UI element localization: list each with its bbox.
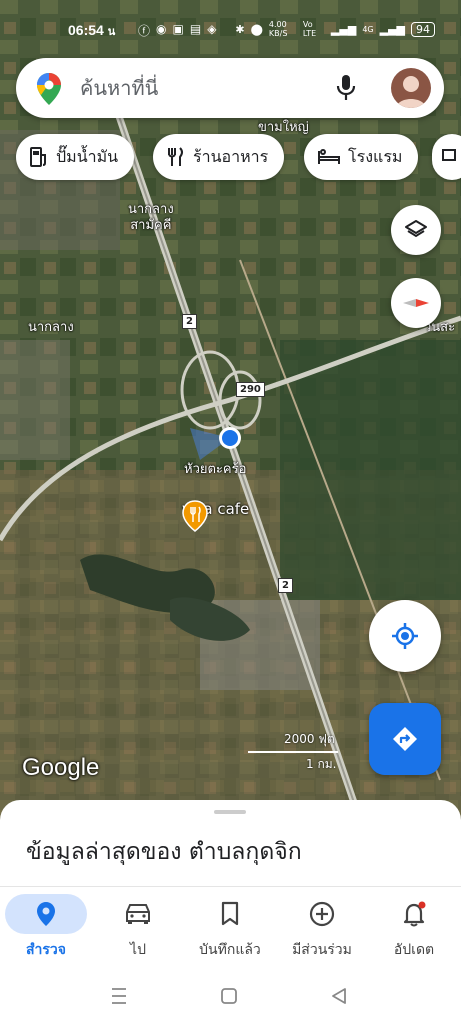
gas-station-icon bbox=[30, 147, 46, 167]
add-circle-icon bbox=[309, 901, 335, 927]
nav-updates[interactable]: อัปเดต bbox=[369, 895, 459, 963]
chip-restaurant[interactable]: ร้านอาหาร bbox=[153, 134, 285, 180]
battery-indicator: 94 bbox=[411, 21, 435, 37]
bottom-navigation: สำรวจ ไป บันทึกแล้ว มีส่วนร่วม อัปเดต bbox=[0, 886, 461, 966]
car-icon bbox=[126, 904, 150, 924]
chip-gas-station[interactable]: ปั๊มน้ำมัน bbox=[16, 134, 135, 180]
chip-label: ปั๊มน้ำมัน bbox=[56, 146, 119, 166]
scale-km: 1 กม. bbox=[306, 757, 337, 771]
nav-label: ไป bbox=[130, 942, 146, 958]
chip-hotel[interactable]: โรงแรม bbox=[304, 134, 419, 180]
system-nav-icons bbox=[112, 988, 346, 1004]
bluetooth-icon: ✱ bbox=[235, 22, 245, 36]
cafe-icon bbox=[442, 149, 456, 161]
map-label-hua-yai: หัวยตะคร้อ bbox=[184, 462, 247, 477]
system-navigation-bar bbox=[0, 966, 461, 1024]
status-right: ✱ ⬤ 4.00 KB/S Vo LTE ▂▄▆ 4G ▂▄▆ 94 bbox=[235, 20, 435, 38]
map-label-line-1: นากลาง bbox=[128, 202, 174, 217]
home-icon[interactable] bbox=[221, 988, 237, 1004]
time-value: 06:54 bbox=[68, 22, 104, 38]
restaurant-pin-icon bbox=[182, 500, 208, 532]
map-label-na-klang-samakkhi: นากลาง สามัคคี bbox=[128, 202, 174, 234]
map-label-na-klang: นากลาง bbox=[28, 320, 74, 335]
back-icon[interactable] bbox=[332, 988, 346, 1004]
sheet-title: ข้อมูลล่าสุดของ ตำบลกุดจิก bbox=[26, 839, 302, 865]
signal-icon: ▂▄▆ bbox=[330, 22, 357, 36]
map-scale: 2000 ฟุต 1 กม. bbox=[248, 730, 338, 774]
active-pill bbox=[5, 894, 87, 934]
hotel-icon bbox=[318, 149, 340, 164]
explore-pin-icon bbox=[37, 902, 55, 926]
line-notif-icon: ▤ bbox=[189, 22, 202, 36]
nav-contribute[interactable]: มีส่วนร่วม bbox=[277, 895, 367, 963]
time-suffix: น bbox=[107, 26, 116, 38]
nav-go[interactable]: ไป bbox=[93, 895, 183, 963]
status-bar: 06:54 น ⓕ ◉ ▣ ▤ ◈ ✱ ⬤ 4.00 KB/S Vo LTE ▂… bbox=[0, 0, 461, 56]
layers-button[interactable] bbox=[391, 205, 441, 255]
network-speed: 4.00 KB/S bbox=[268, 20, 288, 38]
app-notif-icon: ▣ bbox=[172, 22, 184, 36]
route-shield-2b: 2 bbox=[278, 578, 293, 593]
map-view[interactable]: ขามใหญ่ นากลาง สามัคคี นากลาง วนสะ หัวยต… bbox=[0, 0, 461, 820]
map-label-line-2: สามัคคี bbox=[130, 218, 172, 233]
chip-more[interactable] bbox=[432, 134, 461, 180]
nav-label: สำรวจ bbox=[26, 942, 66, 958]
restaurant-icon bbox=[168, 147, 183, 166]
chip-label: ร้านอาหาร bbox=[193, 146, 269, 166]
search-input[interactable] bbox=[80, 70, 320, 106]
bottom-sheet[interactable]: ข้อมูลล่าสุดของ ตำบลกุดจิก bbox=[0, 800, 461, 890]
scale-bar bbox=[248, 751, 338, 753]
sheet-drag-handle[interactable] bbox=[214, 810, 246, 814]
signal-icon-2: ▂▄▆ bbox=[379, 22, 405, 36]
layers-icon bbox=[405, 220, 427, 238]
scale-ft: 2000 ฟุต bbox=[284, 732, 335, 746]
search-bar[interactable] bbox=[16, 58, 444, 118]
bookmark-icon bbox=[221, 901, 239, 926]
volte-label: Vo LTE bbox=[302, 20, 317, 38]
route-shield-2: 2 bbox=[182, 314, 197, 329]
directions-button[interactable] bbox=[369, 703, 441, 775]
facebook-icon: ⓕ bbox=[138, 24, 151, 38]
recent-apps-icon[interactable] bbox=[112, 988, 126, 1004]
notification-dot bbox=[418, 901, 426, 909]
compass-icon bbox=[403, 299, 429, 307]
maps-pin-icon bbox=[37, 73, 61, 105]
nav-explore[interactable]: สำรวจ bbox=[1, 894, 91, 963]
compass-button[interactable] bbox=[391, 278, 441, 328]
microphone-icon[interactable] bbox=[336, 74, 356, 102]
poi-villa-cafe[interactable]: villa cafe bbox=[182, 500, 249, 532]
chip-label: โรงแรม bbox=[348, 146, 403, 166]
signal-4g-tag: 4G bbox=[362, 24, 374, 34]
directions-icon bbox=[393, 727, 417, 751]
shield-notif-icon: ◉ bbox=[156, 22, 167, 36]
notification-icons: ⓕ ◉ ▣ ▤ ◈ bbox=[138, 22, 216, 39]
android-notif-icon: ◈ bbox=[207, 22, 217, 36]
account-avatar[interactable] bbox=[391, 68, 431, 108]
nav-label: อัปเดต bbox=[393, 942, 435, 958]
nav-label: มีส่วนร่วม bbox=[292, 942, 352, 958]
bell-icon bbox=[403, 901, 426, 927]
status-time: 06:54 น bbox=[68, 22, 115, 40]
my-location-icon bbox=[392, 623, 418, 649]
my-location-button[interactable] bbox=[369, 600, 441, 672]
route-shield-290: 290 bbox=[236, 382, 265, 397]
google-logo: Google bbox=[22, 754, 100, 781]
nav-saved[interactable]: บันทึกแล้ว bbox=[185, 895, 275, 963]
nav-label: บันทึกแล้ว bbox=[199, 942, 261, 958]
location-status-icon: ⬤ bbox=[250, 22, 263, 36]
person-avatar-icon bbox=[396, 76, 426, 108]
satellite-map bbox=[0, 0, 461, 820]
